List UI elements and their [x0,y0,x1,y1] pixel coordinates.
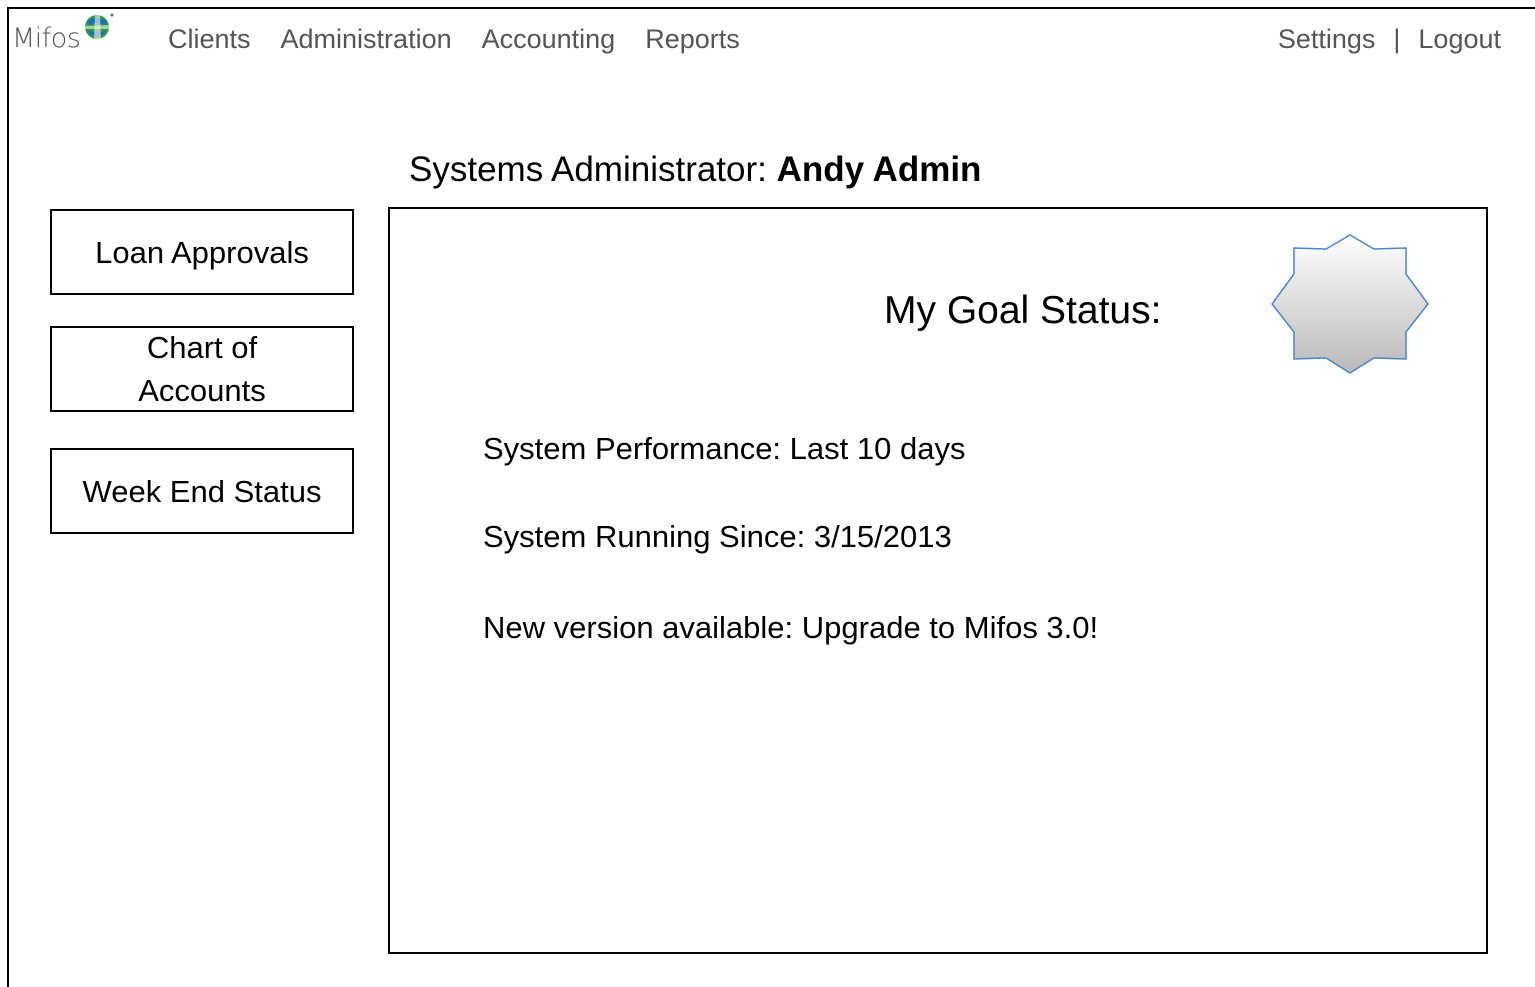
nav-administration[interactable]: Administration [281,24,452,55]
week-end-status-button[interactable]: Week End Status [50,448,354,534]
goal-status-label: My Goal Status: [884,289,1162,332]
globe-icon [85,13,114,39]
chart-of-accounts-label: Chart of Accounts [138,330,266,408]
dashboard-panel: My Goal Status: System Performance: Last… [388,207,1488,954]
nav-reports[interactable]: Reports [645,24,740,55]
logo-text: Mifos [12,23,81,54]
goal-status-badge-icon[interactable] [1270,232,1430,377]
system-performance-text: System Performance: Last 10 days [483,431,966,466]
nav-clients[interactable]: Clients [168,24,251,55]
loan-approvals-button[interactable]: Loan Approvals [50,209,354,295]
new-version-text[interactable]: New version available: Upgrade to Mifos … [483,610,1098,646]
nav-separator: | [1393,24,1401,54]
settings-link[interactable]: Settings [1278,24,1376,55]
user-name: Andy Admin [776,150,982,189]
week-end-status-label: Week End Status [82,473,322,509]
loan-approvals-label: Loan Approvals [95,234,309,270]
role-label: Systems Administrator: [409,150,767,189]
logout-link[interactable]: Logout [1418,24,1501,55]
user-nav: Settings | Logout [1278,24,1501,55]
main-nav: Clients Administration Accounting Report… [168,24,770,55]
system-running-since-text: System Running Since: 3/15/2013 [483,519,952,554]
chart-of-accounts-button[interactable]: Chart of Accounts [50,326,354,412]
nav-accounting[interactable]: Accounting [482,24,616,55]
page-title: Systems Administrator: Andy Admin [409,150,981,190]
mifos-logo[interactable]: Mifos [12,11,116,61]
